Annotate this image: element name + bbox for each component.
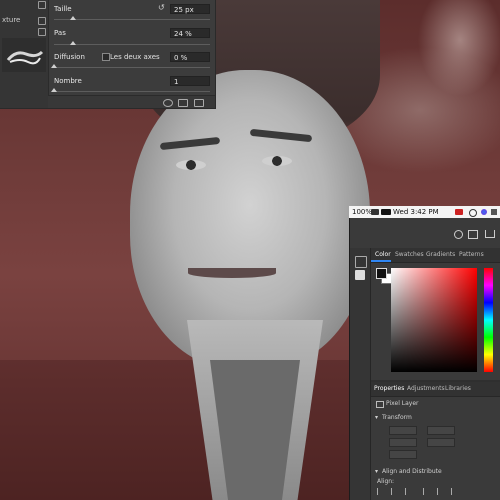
lock-icon[interactable] — [38, 17, 46, 25]
datetime[interactable]: Wed 3:42 PM — [393, 206, 439, 218]
menu-icon[interactable] — [194, 99, 204, 107]
align-middle-icon[interactable] — [437, 488, 444, 495]
transform-label: Transform — [382, 414, 412, 421]
size-slider[interactable] — [54, 16, 210, 20]
brush-options-list: xture — [0, 0, 49, 108]
reset-icon[interactable]: ↺ — [158, 3, 165, 12]
spacing-label: Pas — [54, 29, 66, 37]
left-eye — [176, 160, 206, 170]
tab-color[interactable]: Color — [375, 251, 391, 258]
scatter-slider[interactable] — [51, 64, 210, 68]
scatter-label: Diffusion — [54, 53, 85, 61]
tool-strip — [350, 248, 371, 500]
align-bottom-icon[interactable] — [451, 488, 458, 495]
align-right-icon[interactable] — [405, 488, 412, 495]
battery-icon[interactable] — [371, 209, 379, 215]
color-panel: Color Swatches Gradients Patterns — [371, 248, 500, 380]
align-distribute-label: Align and Distribute — [382, 468, 442, 475]
size-slider-knob[interactable] — [69, 16, 76, 20]
height-field[interactable] — [427, 426, 455, 435]
right-eye — [262, 156, 292, 166]
preview-toggle-icon[interactable] — [163, 99, 173, 107]
spacing-input[interactable]: 24 % — [170, 28, 210, 38]
control-center-icon[interactable] — [491, 209, 497, 215]
active-tab-indicator — [371, 260, 391, 262]
scatter-slider-knob[interactable] — [51, 64, 57, 68]
brush-option-texture[interactable]: xture — [2, 16, 20, 24]
angle-field[interactable] — [389, 450, 417, 459]
hue-slider[interactable] — [484, 268, 493, 372]
scatter-input[interactable]: 0 % — [170, 52, 210, 62]
transform-collapse-icon[interactable]: ▾ — [375, 414, 378, 421]
size-label: Taille — [54, 5, 72, 13]
count-slider[interactable] — [51, 88, 210, 92]
search-icon[interactable] — [454, 230, 463, 239]
align-left-icon[interactable] — [377, 488, 384, 495]
history-icon[interactable] — [355, 256, 367, 268]
tab-patterns[interactable]: Patterns — [459, 251, 484, 258]
tab-libraries[interactable]: Libraries — [445, 385, 471, 392]
size-input[interactable]: 25 px — [170, 4, 210, 14]
tab-adjustments[interactable]: Adjustments — [407, 385, 445, 392]
battery-status[interactable]: 100% — [352, 206, 372, 218]
foreground-color-swatch[interactable] — [376, 268, 387, 279]
color-tabs: Color Swatches Gradients Patterns — [371, 248, 500, 263]
count-label: Nombre — [54, 77, 82, 85]
spacing-slider[interactable] — [54, 41, 210, 45]
texture-preview — [2, 38, 46, 72]
photoshop-panel: Color Swatches Gradients Patterns Proper… — [349, 218, 500, 500]
both-axes-label: Les deux axes — [110, 53, 160, 61]
align-label: Align: — [377, 478, 395, 485]
align-top-icon[interactable] — [423, 488, 430, 495]
properties-tabs: Properties Adjustments Libraries — [371, 382, 500, 397]
count-slider-knob[interactable] — [51, 88, 57, 92]
spacing-slider-knob[interactable] — [69, 41, 76, 45]
workspace-icon[interactable] — [468, 230, 478, 239]
mouth — [188, 268, 276, 278]
align-collapse-icon[interactable]: ▾ — [375, 468, 378, 475]
siri-icon[interactable] — [481, 209, 487, 215]
tab-swatches[interactable]: Swatches — [395, 251, 424, 258]
y-field[interactable] — [427, 438, 455, 447]
brush-settings-panel: xture Taille ↺ 25 px Pas 24 % Diffusion … — [0, 0, 216, 109]
keyboard-flag-icon[interactable] — [381, 209, 391, 215]
tab-properties[interactable]: Properties — [374, 385, 404, 392]
both-axes-checkbox[interactable] — [102, 53, 110, 61]
user-icon[interactable] — [469, 209, 477, 217]
align-center-icon[interactable] — [391, 488, 398, 495]
photoshop-options-bar — [350, 218, 500, 249]
share-icon[interactable] — [485, 230, 495, 238]
flag-icon[interactable] — [455, 209, 463, 215]
lock-icon[interactable] — [38, 1, 46, 9]
brush-panel-icon[interactable] — [355, 270, 365, 280]
layer-kind-label: Pixel Layer — [386, 400, 419, 407]
brush-panel-footer — [48, 95, 215, 108]
new-preset-icon[interactable] — [178, 99, 188, 107]
lock-icon[interactable] — [38, 28, 46, 36]
count-input[interactable]: 1 — [170, 76, 210, 86]
color-field[interactable] — [391, 268, 477, 372]
width-field[interactable] — [389, 426, 417, 435]
properties-panel: Properties Adjustments Libraries Pixel L… — [371, 382, 500, 500]
pixel-layer-icon — [376, 401, 384, 408]
tab-gradients[interactable]: Gradients — [426, 251, 455, 258]
x-field[interactable] — [389, 438, 417, 447]
